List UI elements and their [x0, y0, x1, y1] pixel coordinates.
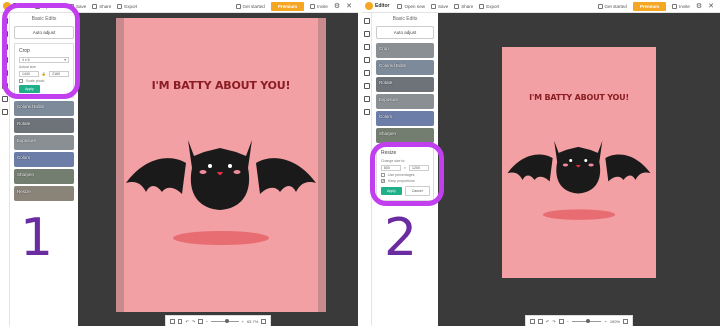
rocket-icon	[597, 3, 603, 9]
layers-icon[interactable]	[530, 318, 535, 324]
themes-icon[interactable]	[363, 109, 370, 115]
undo-icon[interactable]: ↶	[546, 319, 549, 324]
tool-colored-edits[interactable]: Colored Edits	[14, 101, 74, 116]
poster-headline: I'M BATTY ABOUT YOU!	[151, 79, 291, 92]
compare-icon[interactable]	[558, 318, 564, 324]
layers-icon[interactable]	[170, 318, 175, 324]
step-number: 1	[20, 208, 54, 268]
invite-button[interactable]: Invite	[310, 3, 328, 9]
save-icon	[430, 3, 436, 9]
textures-icon[interactable]	[363, 96, 370, 102]
tool-sharpen[interactable]: Sharpen	[14, 169, 74, 184]
bat-illustration	[507, 140, 651, 220]
tool-exposure[interactable]: Exposure	[14, 135, 74, 150]
tool-crop[interactable]: Crop	[376, 43, 434, 58]
left-bottom-toolbar: ↶ ↷ − + 63.7%	[165, 315, 271, 326]
folder-icon	[397, 3, 403, 9]
tool-colors[interactable]: Colors	[14, 152, 74, 167]
crop-region[interactable]: I'M BATTY ABOUT YOU!	[124, 18, 318, 312]
settings-gear-icon[interactable]: ⚙	[334, 2, 340, 10]
tool-exposure[interactable]: Exposure	[376, 94, 434, 109]
zoom-slider[interactable]	[211, 318, 239, 323]
poster-image[interactable]: I'M BATTY ABOUT YOU!	[116, 18, 326, 312]
invite-button[interactable]: Invite	[672, 3, 690, 9]
basic-edits-icon[interactable]	[363, 18, 370, 24]
right-bottom-toolbar: ↶ ↷ − + 100%	[525, 315, 633, 326]
tool-colors[interactable]: Colors	[376, 111, 434, 126]
auto-adjust-button[interactable]: Auto adjust	[376, 26, 434, 39]
zoom-in-icon[interactable]: +	[604, 319, 606, 324]
text-icon[interactable]	[363, 57, 370, 63]
settings-gear-icon[interactable]: ⚙	[696, 2, 702, 10]
share-icon	[454, 3, 460, 9]
grid-icon[interactable]	[177, 318, 183, 324]
close-icon[interactable]: ✕	[346, 2, 352, 10]
export-button[interactable]: Export	[117, 3, 137, 9]
panel-title: Basic Edits	[392, 16, 418, 22]
premium-button[interactable]: Premium	[632, 1, 667, 11]
save-menu-button[interactable]: Save	[430, 3, 448, 9]
right-top-bar: Editor Open new Save Share Export Get st…	[362, 0, 720, 13]
poster-headline: I'M BATTY ABOUT YOU!	[529, 93, 629, 102]
fit-screen-icon[interactable]	[261, 318, 267, 324]
undo-icon[interactable]: ↶	[185, 319, 188, 324]
premium-button[interactable]: Premium	[270, 1, 305, 11]
effects-icon[interactable]	[363, 31, 370, 37]
user-icon	[310, 3, 316, 9]
right-editor-screenshot: Editor Open new Save Share Export Get st…	[362, 0, 720, 326]
close-icon[interactable]: ✕	[708, 2, 714, 10]
highlight-ring	[370, 142, 444, 206]
share-button[interactable]: Share	[92, 3, 111, 9]
left-canvas-area: I'M BATTY ABOUT YOU! ↶ ↷ − + 63.7%	[78, 13, 358, 326]
share-button[interactable]: Share	[454, 3, 473, 9]
zoom-in-icon[interactable]: +	[242, 319, 244, 324]
get-started-link[interactable]: Get started	[597, 3, 627, 9]
textures-icon[interactable]	[1, 96, 8, 102]
rocket-icon	[235, 3, 241, 9]
grid-icon[interactable]	[537, 318, 543, 324]
zoom-level: 100%	[609, 318, 621, 324]
get-started-link[interactable]: Get started	[235, 3, 265, 9]
right-canvas-area: I'M BATTY ABOUT YOU! ↶ ↷ − + 100%	[438, 13, 720, 326]
open-new-button[interactable]: Open new	[397, 3, 425, 9]
tool-sharpen[interactable]: Sharpen	[376, 128, 434, 143]
themes-icon[interactable]	[1, 109, 8, 115]
tool-colored-edits[interactable]: Colored Edits	[376, 60, 434, 75]
share-icon	[92, 3, 98, 9]
highlight-ring	[2, 3, 80, 99]
zoom-out-icon[interactable]: −	[567, 319, 569, 324]
redo-icon[interactable]: ↷	[192, 319, 195, 324]
export-button[interactable]: Export	[479, 3, 499, 9]
left-editor-screenshot: Editor Open new Save Share Export Get st…	[0, 0, 358, 326]
export-icon	[117, 3, 123, 9]
zoom-slider[interactable]	[571, 318, 602, 323]
poster-image[interactable]: I'M BATTY ABOUT YOU!	[502, 47, 656, 278]
user-icon	[672, 3, 678, 9]
step-number: 2	[384, 208, 418, 268]
zoom-level: 63.7%	[246, 318, 259, 324]
tool-rotate[interactable]: Rotate	[14, 118, 74, 133]
bat-illustration	[126, 140, 316, 245]
overlays-icon[interactable]	[363, 70, 370, 76]
touch-up-icon[interactable]	[363, 44, 370, 50]
compare-icon[interactable]	[198, 318, 203, 324]
tool-rotate[interactable]: Rotate	[376, 77, 434, 92]
tool-resize[interactable]: Resize	[14, 186, 74, 201]
frames-icon[interactable]	[363, 83, 370, 89]
app-title: Editor	[375, 3, 390, 9]
picmonkey-logo-icon	[365, 2, 373, 10]
export-icon	[479, 3, 485, 9]
zoom-out-icon[interactable]: −	[206, 319, 208, 324]
fit-screen-icon[interactable]	[623, 318, 628, 324]
redo-icon[interactable]: ↷	[552, 319, 555, 324]
